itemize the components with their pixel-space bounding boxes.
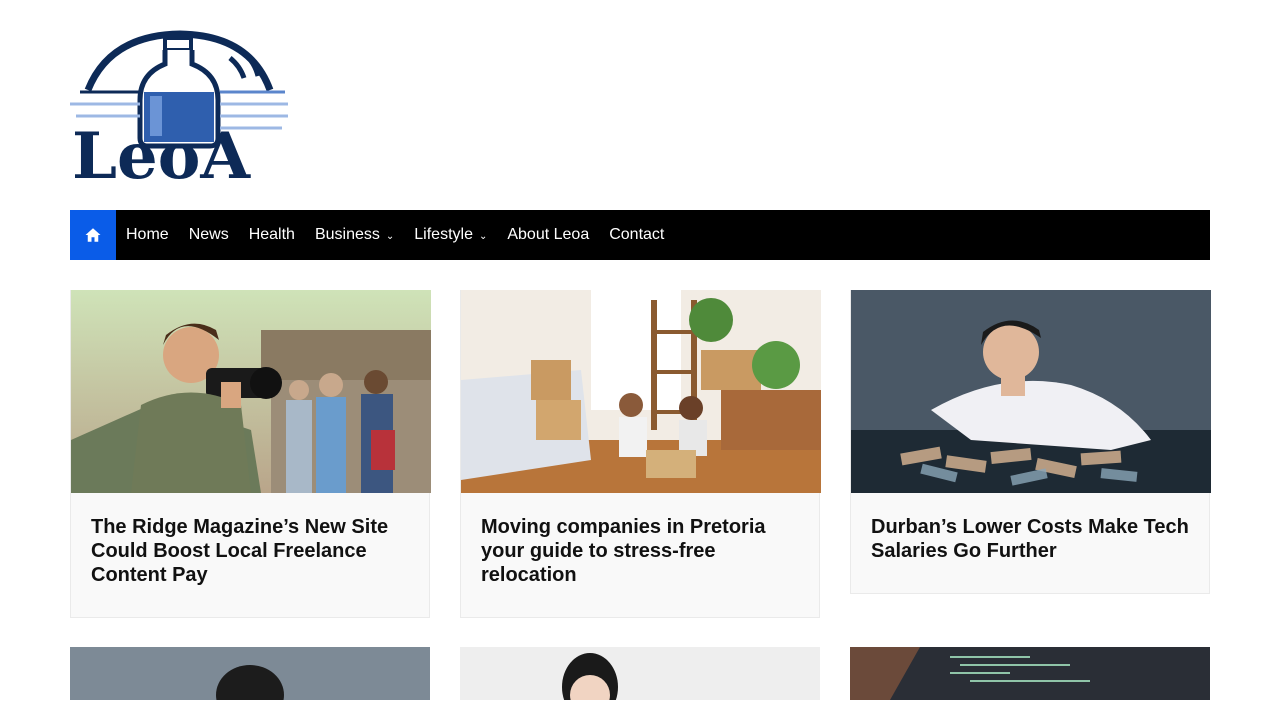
- post-title[interactable]: The Ridge Magazine’s New Site Could Boos…: [71, 493, 429, 617]
- post-thumbnail[interactable]: [70, 647, 430, 707]
- nav-item-label: Home: [126, 226, 169, 243]
- post-image: [461, 290, 821, 493]
- post-image: [850, 647, 1210, 700]
- post-thumbnail[interactable]: [460, 647, 820, 707]
- post-image: [71, 290, 431, 493]
- logo-graphic: LeoA: [70, 30, 288, 194]
- nav-item-about[interactable]: About Leoa: [507, 226, 589, 244]
- chevron-down-icon: ⌄: [478, 230, 488, 242]
- post-thumbnail[interactable]: [851, 290, 1211, 493]
- logo-text: LeoA: [72, 119, 251, 182]
- nav-item-home[interactable]: Home: [126, 226, 169, 244]
- post-image: [460, 647, 820, 707]
- nav-item-label: Health: [248, 226, 295, 243]
- nav-item-health[interactable]: Health: [249, 226, 295, 244]
- main-navigation: Home News Health Business ⌄ Lifestyle ⌄ Ab…: [70, 210, 1210, 260]
- post-image: [70, 647, 430, 707]
- home-icon: [85, 228, 101, 242]
- nav-item-news[interactable]: News: [189, 226, 229, 244]
- post-card[interactable]: The Ridge Magazine’s New Site Could Boos…: [70, 290, 431, 618]
- post-title[interactable]: Durban’s Lower Costs Make Tech Salaries …: [851, 493, 1209, 593]
- nav-item-contact[interactable]: Contact: [609, 226, 664, 244]
- chevron-down-icon: ⌄: [385, 230, 395, 242]
- nav-item-business[interactable]: Business ⌄: [315, 226, 394, 244]
- post-thumbnail[interactable]: [71, 290, 431, 493]
- nav-item-label: Business: [314, 226, 380, 243]
- post-thumbnail[interactable]: [850, 647, 1210, 707]
- post-title[interactable]: Moving companies in Pretoria your guide …: [461, 493, 819, 617]
- nav-item-label: Contact: [609, 226, 665, 243]
- nav-item-label: News: [188, 226, 229, 243]
- site-header: LeoA: [0, 0, 1280, 210]
- nav-item-lifestyle[interactable]: Lifestyle ⌄: [414, 226, 487, 244]
- post-card[interactable]: Moving companies in Pretoria your guide …: [460, 290, 821, 618]
- nav-item-label: About Leoa: [507, 226, 590, 243]
- post-thumbnail[interactable]: [461, 290, 821, 493]
- post-card[interactable]: Durban’s Lower Costs Make Tech Salaries …: [850, 290, 1211, 594]
- post-image: [851, 290, 1211, 493]
- home-button[interactable]: [70, 210, 116, 260]
- nav-item-label: Lifestyle: [414, 226, 473, 243]
- nav-menu: Home News Health Business ⌄ Lifestyle ⌄ Ab…: [126, 210, 684, 260]
- site-logo[interactable]: LeoA: [70, 30, 290, 194]
